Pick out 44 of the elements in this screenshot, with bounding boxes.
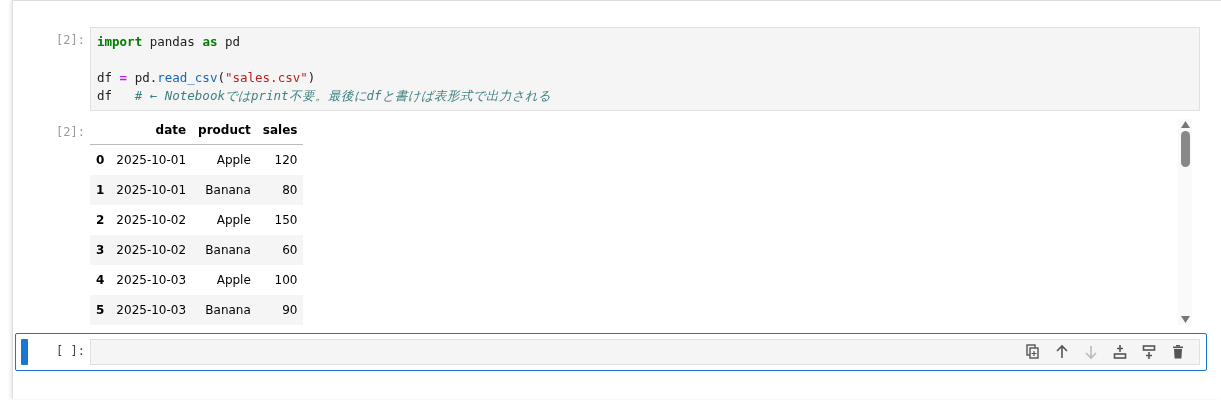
table-cell: 2025-10-01 bbox=[110, 144, 193, 175]
scrollbar-thumb[interactable] bbox=[1180, 131, 1190, 167]
table-cell: 2025-10-01 bbox=[110, 175, 193, 205]
row-index: 2 bbox=[90, 205, 111, 235]
table-cell: 100 bbox=[256, 265, 304, 295]
table-cell: Banana bbox=[192, 235, 257, 265]
code-editor[interactable]: import pandas as pd df = pd.read_csv("sales.csv") df # ← Notebookではprint不要。最後にdfと書けば表形式で出力される bbox=[90, 27, 1200, 111]
row-index: 0 bbox=[90, 144, 111, 175]
table-cell: Apple bbox=[192, 265, 257, 295]
copy-icon bbox=[1025, 344, 1041, 360]
table-cell: 90 bbox=[256, 295, 304, 325]
scroll-up-icon[interactable] bbox=[1180, 121, 1190, 128]
down-arrow-icon bbox=[1083, 344, 1099, 360]
table-cell: Apple bbox=[192, 205, 257, 235]
table-cell: 120 bbox=[256, 144, 304, 175]
table-cell: 2025-10-03 bbox=[110, 265, 193, 295]
table-cell: Banana bbox=[192, 175, 257, 205]
table-cell: 2025-10-03 bbox=[110, 295, 193, 325]
column-header: product bbox=[192, 119, 257, 145]
row-index: 1 bbox=[90, 175, 111, 205]
output-prompt: [2]: bbox=[55, 124, 86, 141]
table-cell: Apple bbox=[192, 144, 257, 175]
table-cell: 60 bbox=[256, 235, 304, 265]
row-index: 4 bbox=[90, 265, 111, 295]
scroll-down-icon[interactable] bbox=[1180, 316, 1190, 323]
row-index: 5 bbox=[90, 295, 111, 325]
scrollbar[interactable] bbox=[1178, 119, 1192, 325]
up-arrow-icon bbox=[1054, 344, 1070, 360]
row-index: 3 bbox=[90, 235, 111, 265]
table-cell: 150 bbox=[256, 205, 304, 235]
trash-icon bbox=[1170, 344, 1186, 360]
code-line: df = pd.read_csv("sales.csv") bbox=[97, 69, 317, 87]
table-cell: 2025-10-02 bbox=[110, 205, 193, 235]
input-prompt: [2]: bbox=[55, 32, 86, 47]
table-cell: 2025-10-02 bbox=[110, 235, 193, 265]
input-prompt: [ ]: bbox=[55, 343, 86, 358]
code-line: import pandas as pd bbox=[97, 33, 241, 51]
table-cell: Banana bbox=[192, 295, 257, 325]
column-header: sales bbox=[256, 119, 304, 145]
insert-below-icon bbox=[1141, 344, 1157, 360]
table-cell: 80 bbox=[256, 175, 304, 205]
insert-above-icon bbox=[1112, 344, 1128, 360]
code-line: df # ← Notebookではprint不要。最後にdfと書けば表形式で出力される bbox=[97, 87, 552, 105]
column-header: date bbox=[110, 119, 193, 145]
